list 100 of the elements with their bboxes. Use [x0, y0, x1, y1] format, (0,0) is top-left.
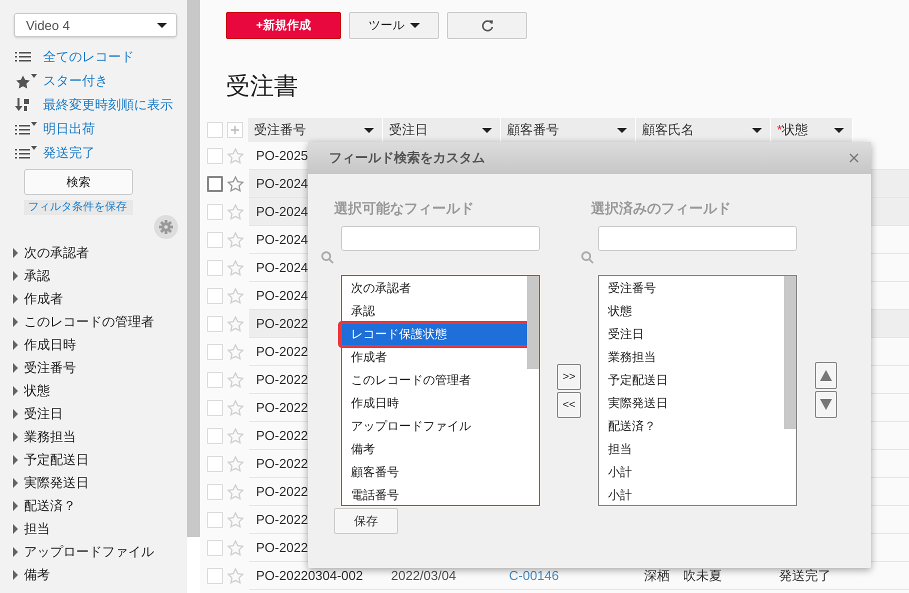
star-icon[interactable] [227, 428, 244, 444]
column-header[interactable]: 顧客氏名 [636, 118, 771, 142]
field-group-label[interactable]: 担当 [24, 520, 50, 538]
expand-triangle-icon[interactable] [13, 248, 18, 258]
scrollbar[interactable] [527, 276, 539, 369]
plus-icon [231, 126, 239, 134]
field-list-item[interactable]: 作成日時 [342, 392, 527, 415]
field-group-label[interactable]: 作成者 [24, 290, 63, 308]
filter-input[interactable] [341, 226, 540, 251]
row-checkbox[interactable] [207, 176, 223, 192]
scrollbar[interactable] [187, 0, 200, 537]
star-icon[interactable] [227, 400, 244, 416]
star-icon[interactable] [227, 456, 244, 472]
table-cell: PO-2024 [256, 176, 308, 191]
star-icon[interactable] [227, 372, 244, 388]
field-group-label[interactable]: 備考 [24, 566, 50, 584]
move-down-button[interactable] [815, 391, 837, 418]
field-list-item[interactable]: 業務担当 [599, 346, 784, 369]
field-list-item[interactable]: 小計 [599, 461, 784, 484]
star-icon[interactable] [227, 512, 244, 528]
field-list-item[interactable]: 実際発送日 [599, 392, 784, 415]
star-icon[interactable] [227, 344, 244, 360]
field-group-label[interactable]: 状態 [24, 382, 50, 400]
save-button[interactable]: 保存 [334, 508, 398, 534]
field-group-label[interactable]: アップロードファイル [24, 542, 154, 560]
star-icon[interactable] [227, 288, 244, 304]
expand-triangle-icon[interactable] [13, 432, 18, 442]
scrollbar[interactable] [784, 276, 796, 429]
star-icon[interactable] [227, 484, 244, 500]
field-list-item[interactable]: 状態 [599, 300, 784, 323]
field-list-item[interactable]: 顧客番号 [342, 461, 527, 484]
expand-triangle-icon[interactable] [13, 294, 18, 304]
move-up-button[interactable] [815, 362, 837, 389]
view-dropdown[interactable]: Video 4 [14, 13, 177, 37]
expand-triangle-icon[interactable] [13, 454, 18, 464]
star-icon[interactable] [227, 568, 244, 584]
expand-triangle-icon[interactable] [13, 500, 18, 510]
filter-link[interactable]: スター付き [43, 72, 108, 90]
remove-field-button[interactable]: << [557, 392, 581, 418]
add-column-button[interactable] [227, 122, 243, 138]
field-list-item[interactable]: 予定配送日 [599, 369, 784, 392]
search-button[interactable]: 検索 [24, 169, 133, 195]
star-icon[interactable] [227, 260, 244, 276]
filter-link[interactable]: 最終変更時刻順に表示 [43, 96, 173, 114]
panel-heading: 選択済みのフィールド [590, 200, 732, 218]
expand-triangle-icon[interactable] [13, 340, 18, 350]
field-list-item[interactable]: 小計 [599, 484, 784, 507]
filter-link[interactable]: 全てのレコード [43, 48, 134, 66]
expand-triangle-icon[interactable] [13, 570, 18, 580]
field-list-item[interactable]: 受注番号 [599, 277, 784, 300]
field-list-item[interactable]: 電話番号 [342, 484, 527, 507]
new-record-button[interactable]: +新規作成 [226, 12, 341, 39]
field-list-item[interactable]: アップロードファイル [342, 415, 527, 438]
field-group-label[interactable]: このレコードの管理者 [24, 312, 154, 330]
refresh-button[interactable] [447, 12, 527, 39]
field-group-label[interactable]: 予定配送日 [24, 450, 89, 468]
settings-button[interactable] [154, 215, 178, 239]
star-icon[interactable] [227, 148, 244, 164]
close-icon[interactable] [849, 153, 859, 163]
filter-link[interactable]: 発送完了 [43, 144, 95, 162]
expand-triangle-icon[interactable] [13, 524, 18, 534]
field-group-label[interactable]: 次の承認者 [24, 244, 89, 262]
expand-triangle-icon[interactable] [13, 316, 18, 326]
expand-triangle-icon[interactable] [13, 270, 18, 280]
field-list-item[interactable]: 受注日 [599, 323, 784, 346]
column-header[interactable]: 受注番号 [248, 118, 383, 142]
field-list-item[interactable]: 備考 [342, 438, 527, 461]
column-header[interactable]: *状態 [771, 118, 853, 142]
star-icon[interactable] [227, 232, 244, 248]
star-icon[interactable] [227, 316, 244, 332]
filter-input[interactable] [598, 226, 797, 251]
column-header[interactable]: 受注日 [383, 118, 501, 142]
field-group-label[interactable]: 受注番号 [24, 358, 76, 376]
star-icon[interactable] [227, 176, 244, 192]
expand-triangle-icon[interactable] [13, 362, 18, 372]
field-list-item[interactable]: 担当 [599, 438, 784, 461]
star-icon[interactable] [227, 204, 244, 220]
expand-triangle-icon[interactable] [13, 408, 18, 418]
tools-button[interactable]: ツール [349, 12, 439, 39]
field-list-item[interactable]: このレコードの管理者 [342, 369, 527, 392]
select-all-checkbox[interactable] [207, 122, 223, 138]
field-list-item[interactable]: 配送済？ [599, 415, 784, 438]
field-group-label[interactable]: 作成日時 [24, 336, 76, 354]
column-header[interactable]: 顧客番号 [501, 118, 636, 142]
expand-triangle-icon[interactable] [13, 386, 18, 396]
add-field-button[interactable]: >> [557, 364, 581, 390]
field-group-label[interactable]: 配送済？ [24, 496, 76, 514]
field-group-label[interactable]: 受注日 [24, 404, 63, 422]
field-group-label[interactable]: 承認 [24, 266, 50, 284]
field-group-label[interactable]: 実際発送日 [24, 474, 89, 492]
star-icon[interactable] [227, 540, 244, 556]
field-list-item[interactable]: 承認 [342, 300, 527, 323]
expand-triangle-icon[interactable] [13, 546, 18, 556]
field-list-item[interactable]: 次の承認者 [342, 277, 527, 300]
field-list-item[interactable]: 作成者 [342, 346, 527, 369]
save-filter-link[interactable]: フィルタ条件を保存 [24, 200, 133, 215]
filter-link[interactable]: 明日出荷 [43, 120, 95, 138]
expand-triangle-icon[interactable] [13, 478, 18, 488]
field-group-label[interactable]: 業務担当 [24, 428, 76, 446]
list-icon [15, 51, 31, 63]
